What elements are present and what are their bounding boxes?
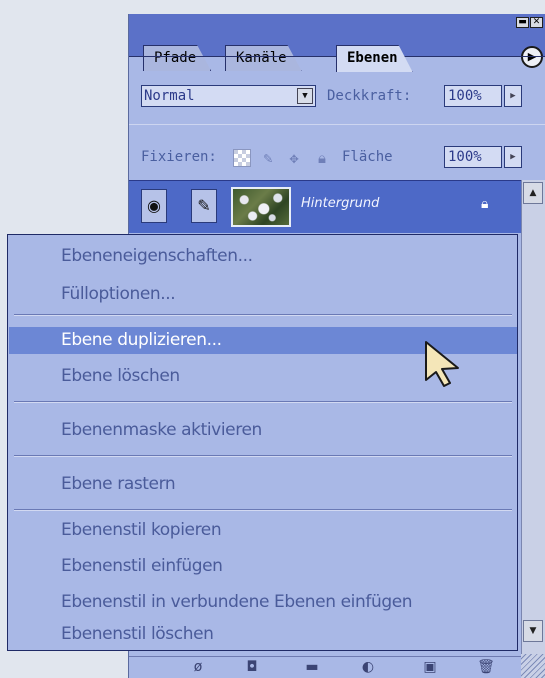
blend-row: Normal ▼ Deckkraft: 100% ▶: [141, 85, 531, 109]
add-mask-icon[interactable]: ◘: [241, 657, 263, 677]
menu-item-blending-options[interactable]: Fülloptionen...: [9, 281, 517, 308]
dropdown-arrow-icon[interactable]: ▼: [297, 88, 313, 104]
fill-field[interactable]: 100%: [444, 146, 502, 168]
lock-move-icon[interactable]: ✥: [285, 149, 303, 167]
scroll-up-icon[interactable]: ▲: [523, 182, 543, 204]
fill-label: Fläche: [342, 149, 393, 165]
cursor-arrow-icon: [425, 341, 459, 387]
close-icon[interactable]: ✕: [530, 17, 543, 28]
trash-icon[interactable]: 🗑︎: [475, 657, 497, 677]
lock-paint-icon[interactable]: ✎: [259, 149, 277, 167]
opacity-field[interactable]: 100%: [444, 85, 502, 107]
eye-icon[interactable]: ◉: [141, 189, 167, 223]
menu-item-paste-style-linked[interactable]: Ebenenstil in verbundene Ebenen einfügen: [9, 589, 517, 616]
layer-lock-icon: 🔒︎: [481, 196, 489, 212]
menu-separator: [14, 401, 512, 403]
brush-icon[interactable]: ✎: [191, 189, 217, 223]
palette-titlebar: ▬ ✕: [129, 14, 545, 28]
menu-separator: [14, 509, 512, 511]
tab-ebenen[interactable]: Ebenen: [336, 45, 413, 72]
palette-bottom-bar: ø ◘ ▬ ◐ ▣ 🗑︎: [129, 656, 521, 678]
menu-item-paste-layer-style[interactable]: Ebenenstil einfügen: [9, 553, 517, 580]
scroll-down-icon[interactable]: ▼: [523, 620, 543, 642]
minimize-icon[interactable]: ▬: [516, 17, 529, 28]
blend-mode-select[interactable]: Normal ▼: [141, 85, 316, 107]
layer-context-menu: Ebeneneigenschaften... Fülloptionen... E…: [7, 234, 518, 651]
layer-style-icon[interactable]: ø: [187, 657, 209, 677]
menu-item-rasterize-layer[interactable]: Ebene rastern: [9, 471, 517, 498]
tab-pfade[interactable]: Pfade: [143, 45, 211, 71]
new-set-icon[interactable]: ▬: [301, 657, 323, 677]
lock-label: Fixieren:: [141, 149, 217, 165]
lock-row: Fixieren: ✎ ✥ 🔒︎ Fläche 100% ▶: [141, 146, 531, 170]
layer-row[interactable]: ◉ ✎ Hintergrund 🔒︎: [129, 180, 521, 233]
menu-item-copy-layer-style[interactable]: Ebenenstil kopieren: [9, 517, 517, 544]
lock-all-icon[interactable]: 🔒︎: [313, 149, 331, 167]
palette-tab-row: Pfade Kanäle Ebenen ▶: [129, 28, 545, 56]
palette-menu-icon[interactable]: ▶: [521, 46, 543, 68]
blend-mode-value: Normal: [144, 88, 195, 104]
opacity-label: Deckkraft:: [327, 88, 412, 104]
layer-thumbnail: [231, 187, 291, 227]
adjustment-layer-icon[interactable]: ◐: [357, 657, 379, 677]
menu-item-clear-layer-style[interactable]: Ebenenstil löschen: [9, 621, 517, 648]
menu-item-enable-layer-mask[interactable]: Ebenenmaske aktivieren: [9, 417, 517, 444]
layer-name: Hintergrund: [301, 196, 380, 211]
layers-scrollbar[interactable]: ▲ ▼: [521, 180, 545, 678]
stepper-arrow-icon[interactable]: ▶: [504, 85, 522, 107]
new-layer-icon[interactable]: ▣: [419, 657, 441, 677]
menu-item-layer-properties[interactable]: Ebeneneigenschaften...: [9, 243, 517, 270]
menu-separator: [14, 314, 512, 316]
separator: [129, 124, 545, 125]
stepper-arrow-icon[interactable]: ▶: [504, 146, 522, 168]
resize-grip[interactable]: [521, 654, 545, 678]
tab-kanaele[interactable]: Kanäle: [225, 45, 302, 71]
lock-transparency-icon[interactable]: [233, 149, 251, 167]
menu-separator: [14, 455, 512, 457]
